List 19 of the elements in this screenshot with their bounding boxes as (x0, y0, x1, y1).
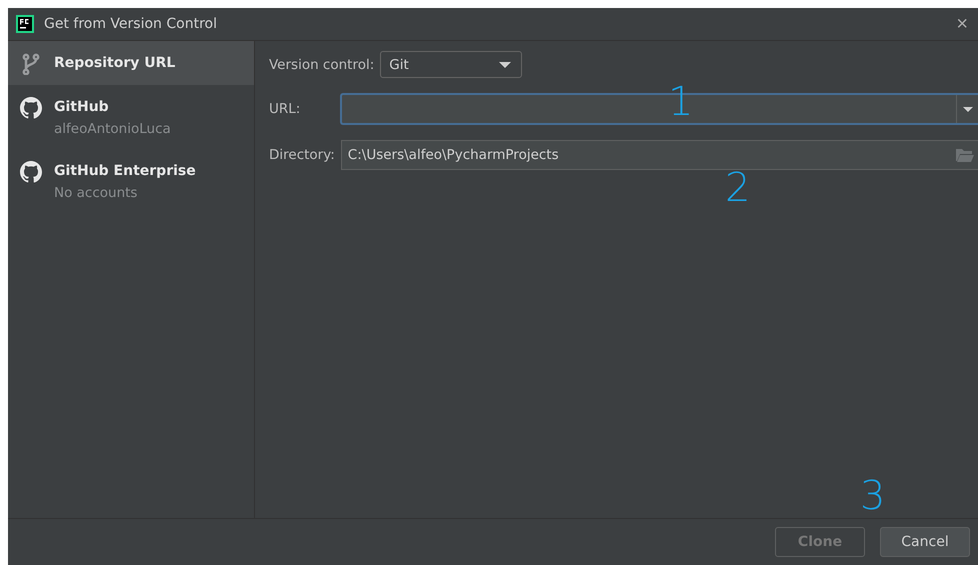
field-label: URL: (269, 101, 300, 117)
close-button[interactable]: × (954, 12, 970, 36)
field-label: Version control: (269, 56, 374, 72)
annotation-number: 1 (668, 82, 694, 122)
cancel-button[interactable]: Cancel (880, 527, 970, 557)
sidebar-item[interactable]: GitHub Enterprise No accounts (8, 149, 254, 213)
field-label: Directory: (269, 147, 335, 163)
directory-field[interactable]: C:\Users\alfeo\PycharmProjects (340, 140, 978, 170)
annotation-number: 3 (860, 476, 886, 516)
annotation-number: 2 (725, 168, 750, 208)
github-icon (20, 97, 42, 119)
branch-icon (22, 53, 40, 75)
sidebar-item[interactable]: GitHub alfeoAntonioLuca (8, 85, 254, 149)
version-control-dropdown[interactable]: Git (380, 51, 522, 78)
sidebar-item[interactable]: Repository URL (8, 41, 254, 85)
github-icon (20, 161, 42, 183)
folder-icon[interactable] (956, 148, 974, 162)
window-title: Get from Version Control (44, 16, 217, 32)
app-logo-icon (16, 15, 34, 33)
